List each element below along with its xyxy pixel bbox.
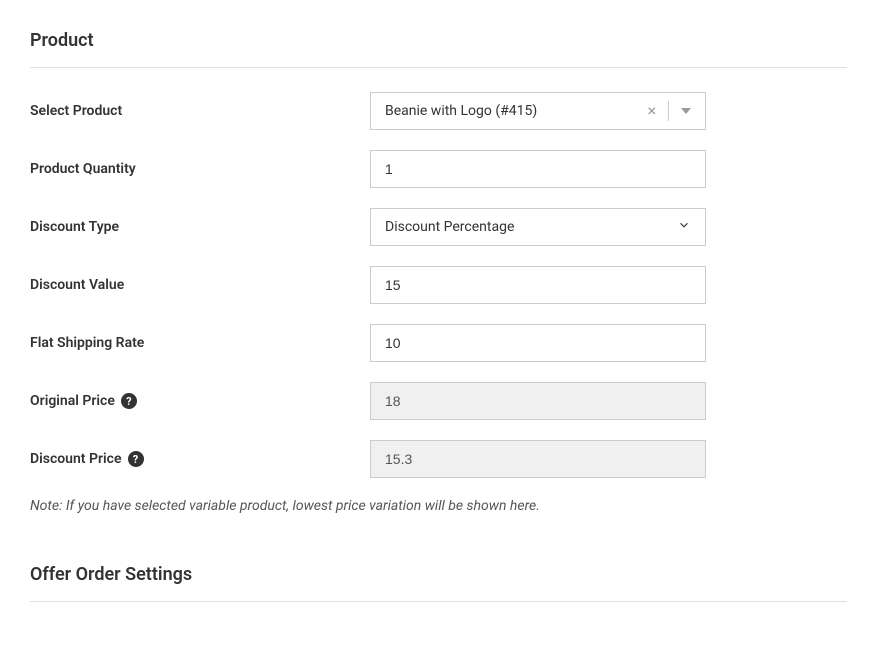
label-original-price-text: Original Price xyxy=(30,393,115,409)
label-discount-price-text: Discount Price xyxy=(30,451,122,467)
discount-value-input[interactable] xyxy=(370,266,706,304)
row-discount-type: Discount Type Discount Percentage xyxy=(30,208,847,246)
divider xyxy=(668,101,669,121)
help-icon[interactable]: ? xyxy=(121,393,137,409)
row-discount-price: Discount Price ? xyxy=(30,440,847,478)
product-quantity-input[interactable] xyxy=(370,150,706,188)
flat-shipping-input[interactable] xyxy=(370,324,706,362)
section-title-product: Product xyxy=(30,30,847,68)
product-section: Product Select Product Beanie with Logo … xyxy=(30,30,847,602)
row-discount-value: Discount Value xyxy=(30,266,847,304)
label-product-quantity: Product Quantity xyxy=(30,161,370,177)
chevron-down-icon xyxy=(677,218,691,236)
row-original-price: Original Price ? xyxy=(30,382,847,420)
row-flat-shipping: Flat Shipping Rate xyxy=(30,324,847,362)
original-price-input xyxy=(370,382,706,420)
label-select-product: Select Product xyxy=(30,103,370,119)
row-product-quantity: Product Quantity xyxy=(30,150,847,188)
help-icon[interactable]: ? xyxy=(128,451,144,467)
select-product-value: Beanie with Logo (#415) xyxy=(385,103,641,119)
discount-price-input xyxy=(370,440,706,478)
discount-type-dropdown[interactable]: Discount Percentage xyxy=(370,208,706,246)
label-flat-shipping: Flat Shipping Rate xyxy=(30,335,370,351)
discount-type-value: Discount Percentage xyxy=(385,219,677,235)
clear-icon[interactable]: × xyxy=(641,103,662,119)
note-text: Note: If you have selected variable prod… xyxy=(30,498,847,514)
label-discount-value: Discount Value xyxy=(30,277,370,293)
label-discount-price: Discount Price ? xyxy=(30,451,370,467)
select-product-dropdown[interactable]: Beanie with Logo (#415) × xyxy=(370,92,706,130)
label-discount-type: Discount Type xyxy=(30,219,370,235)
chevron-down-icon xyxy=(681,108,691,114)
row-select-product: Select Product Beanie with Logo (#415) × xyxy=(30,92,847,130)
label-original-price: Original Price ? xyxy=(30,393,370,409)
section-title-offer-order: Offer Order Settings xyxy=(30,564,847,602)
